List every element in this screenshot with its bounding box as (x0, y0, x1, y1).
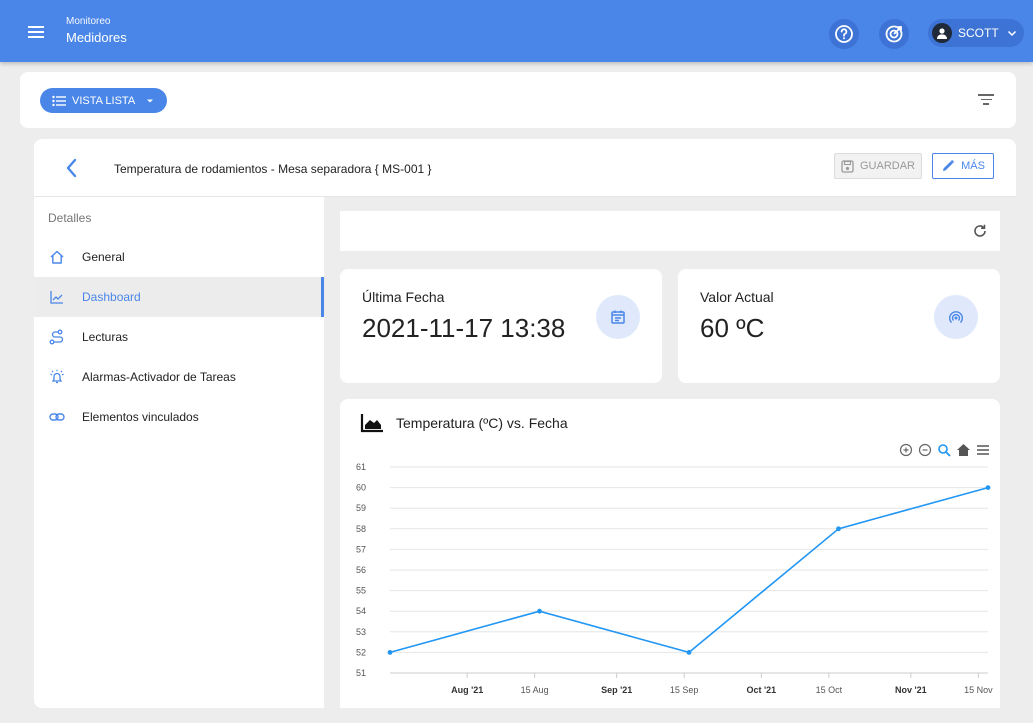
sidebar-item-label: Dashboard (82, 290, 141, 304)
refresh-bar (340, 211, 1000, 251)
sensor-icon (934, 295, 978, 339)
chevron-down-icon (1007, 30, 1016, 37)
last-date-label: Última Fecha (362, 289, 445, 305)
target-button[interactable] (879, 19, 909, 49)
view-list-button[interactable]: VISTA LISTA (40, 88, 168, 113)
line-chart-icon (48, 288, 66, 306)
save-label: GUARDAR (859, 160, 915, 172)
x-tick-label: 15 Aug (521, 685, 549, 695)
module-name: Monitoreo (66, 16, 111, 27)
x-tick-label: 15 Sep (670, 685, 699, 695)
sidebar-item-elementos[interactable]: Elementos vinculados (34, 397, 324, 437)
data-point[interactable] (537, 608, 542, 614)
current-value-label: Valor Actual (700, 289, 774, 305)
user-name: SCOTT (958, 26, 999, 40)
link-icon (48, 408, 66, 426)
home-icon (48, 248, 66, 266)
dashboard-content: Última Fecha 2021-11-17 13:38 Valor Actu… (324, 197, 1016, 708)
menu-icon[interactable] (28, 26, 44, 38)
sidebar-item-dashboard[interactable]: Dashboard (34, 277, 324, 317)
user-menu[interactable]: SCOTT (928, 19, 1024, 47)
page-title: Temperatura de rodamientos - Mesa separa… (114, 162, 432, 176)
route-icon (48, 328, 66, 346)
data-point[interactable] (836, 526, 841, 532)
sidebar-item-alarmas[interactable]: Alarmas-Activador de Tareas (34, 357, 324, 397)
section-name: Medidores (66, 30, 127, 45)
y-tick-label: 54 (356, 606, 366, 616)
sidebar-item-general[interactable]: General (34, 237, 324, 277)
x-tick-label: Sep '21 (601, 685, 632, 695)
y-tick-label: 60 (356, 483, 366, 493)
view-list-label: VISTA LISTA (72, 94, 136, 107)
y-tick-label: 52 (356, 647, 366, 657)
sidebar-item-label: Lecturas (82, 330, 129, 344)
data-point[interactable] (985, 485, 991, 490)
temperature-chart-card: Temperatura (ºC) vs. Fecha 51 52 53 54 55 56 5… (340, 399, 1000, 708)
current-value: 60 ºC (700, 313, 765, 343)
sidebar-item-label: Elementos vinculados (82, 410, 199, 424)
y-tick-label: 61 (356, 462, 366, 472)
back-arrow-icon[interactable] (62, 157, 82, 179)
last-date-card: Última Fecha 2021-11-17 13:38 (340, 269, 662, 383)
sidebar-item-label: Alarmas-Activador de Tareas (82, 370, 236, 384)
pencil-icon (943, 159, 955, 171)
x-tick-label: 15 Nov (964, 685, 993, 695)
list-icon (52, 95, 66, 106)
y-tick-label: 59 (356, 503, 366, 513)
view-toolbar: VISTA LISTA (20, 72, 1016, 128)
temperature-line-chart: 51 52 53 54 55 56 57 58 59 60 61 Aug '21 15 Aug Sep '… (356, 462, 993, 695)
more-label: MÁS (961, 160, 985, 172)
alarm-icon (48, 368, 66, 386)
y-tick-label: 56 (356, 565, 366, 575)
caret-down-icon (147, 99, 154, 102)
x-tick-label: Oct '21 (747, 685, 777, 695)
more-button[interactable]: MÁS (932, 153, 994, 179)
detail-sidebar: Detalles General Dashboard Lecturas Alar… (34, 197, 324, 708)
refresh-icon[interactable] (972, 223, 988, 239)
x-tick-label: Aug '21 (451, 685, 483, 695)
calendar-icon (596, 295, 640, 339)
app-header: Monitoreo Medidores SCOTT (0, 0, 1033, 62)
y-tick-label: 55 (356, 586, 366, 596)
sidebar-item-lecturas[interactable]: Lecturas (34, 317, 324, 357)
y-tick-label: 58 (356, 524, 366, 534)
current-value-card: Valor Actual 60 ºC (678, 269, 1000, 383)
save-button[interactable]: GUARDAR (834, 153, 922, 179)
y-tick-label: 53 (356, 627, 366, 637)
help-button[interactable] (829, 19, 859, 49)
x-tick-label: Nov '21 (895, 685, 927, 695)
sidebar-heading: Detalles (48, 211, 92, 225)
detail-panel: Temperatura de rodamientos - Mesa separa… (34, 139, 1016, 708)
last-date-value: 2021-11-17 13:38 (362, 313, 566, 343)
help-circle-icon (835, 25, 853, 43)
x-tick-label: 15 Oct (816, 685, 843, 695)
sidebar-item-label: General (82, 250, 125, 264)
avatar (932, 23, 952, 43)
data-point[interactable] (686, 650, 692, 655)
filter-icon[interactable] (978, 94, 994, 106)
data-point[interactable] (387, 650, 393, 655)
target-icon (885, 25, 903, 43)
y-tick-label: 57 (356, 544, 366, 554)
y-tick-label: 51 (356, 668, 366, 678)
app-title: Monitoreo Medidores (66, 16, 127, 45)
save-icon (841, 159, 854, 173)
detail-header: Temperatura de rodamientos - Mesa separa… (34, 139, 1016, 197)
